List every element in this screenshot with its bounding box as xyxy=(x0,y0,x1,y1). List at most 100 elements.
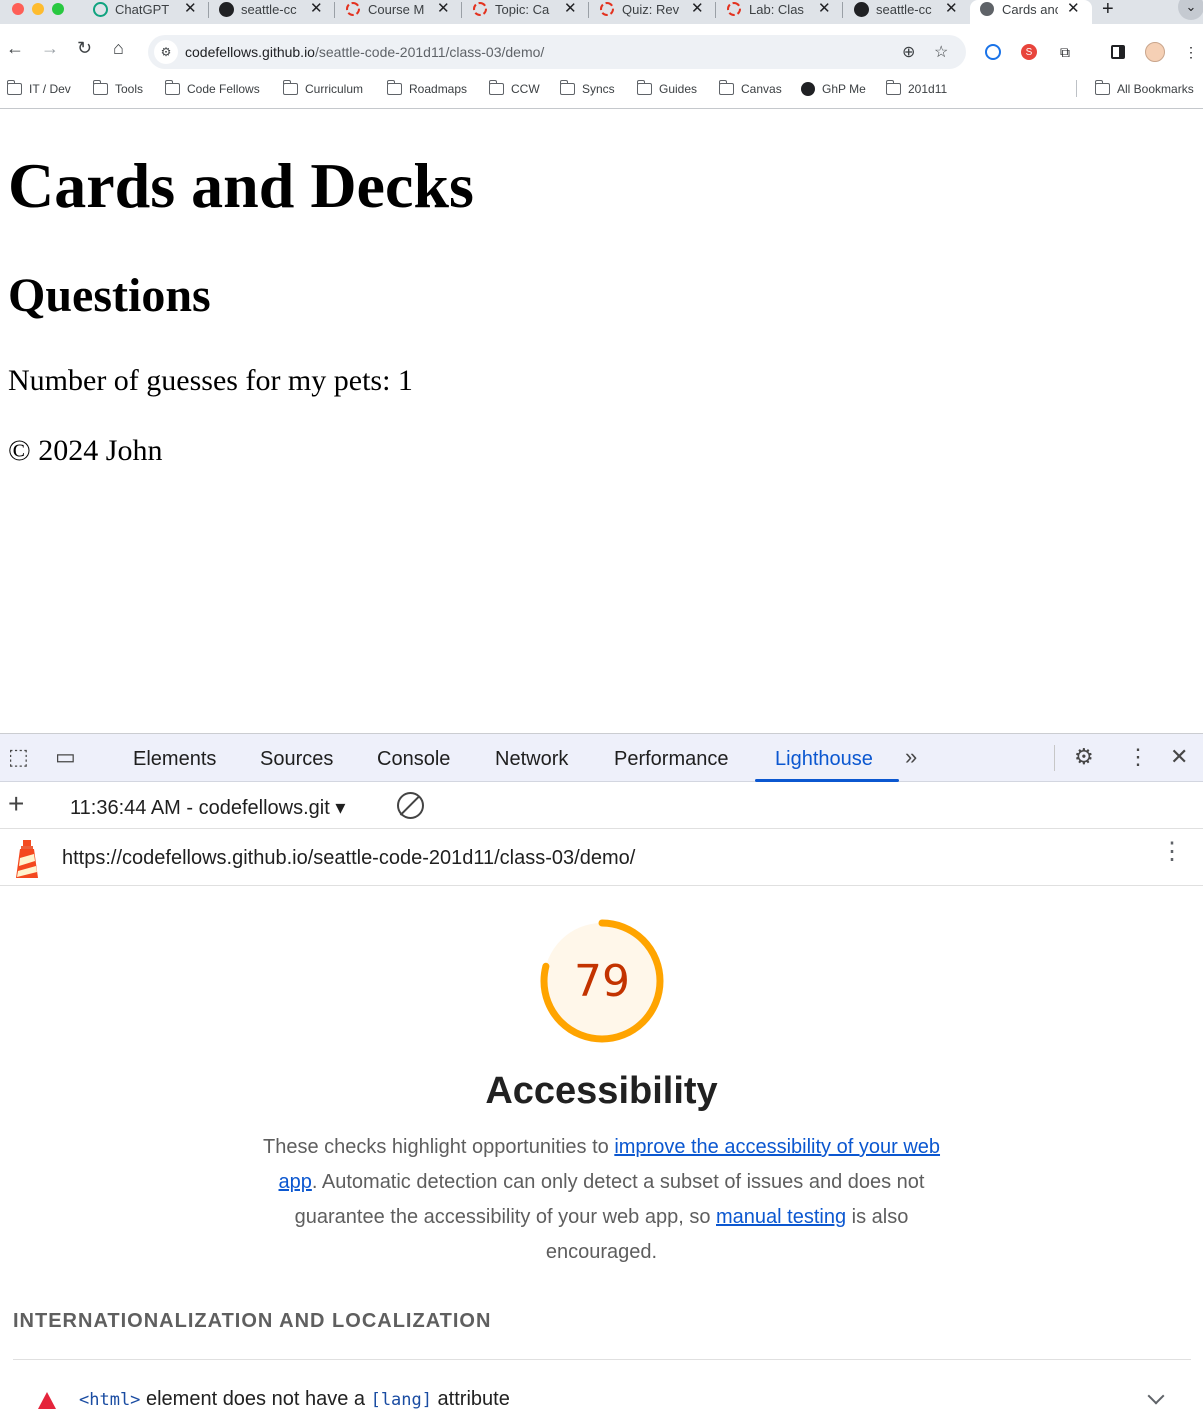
folder-icon xyxy=(92,80,108,95)
bookmark-folder[interactable]: Roadmaps xyxy=(386,80,467,96)
more-tabs-icon[interactable]: » xyxy=(905,744,917,770)
bookmark-folder[interactable]: IT / Dev xyxy=(6,80,71,96)
browser-tab[interactable]: ChatGPT ✕ xyxy=(92,0,204,18)
browser-tab-active[interactable]: Cards anc ✕ xyxy=(970,0,1092,24)
canvas-icon xyxy=(599,1,615,17)
back-icon[interactable]: ← xyxy=(6,38,24,59)
canvas-icon xyxy=(726,1,742,17)
minimize-window-button[interactable] xyxy=(32,3,44,15)
lighthouse-toolbar: + 11:36:44 AM - codefellows.git ▾ xyxy=(0,783,1203,829)
audit-item[interactable]: <html> element does not have a [lang] at… xyxy=(0,1384,1203,1420)
site-info-icon[interactable]: ⚙ xyxy=(154,40,178,64)
folder-icon xyxy=(488,80,504,95)
close-tab-icon[interactable]: ✕ xyxy=(184,0,197,17)
folder-icon xyxy=(1094,80,1110,95)
audited-url[interactable]: https://codefellows.github.io/seattle-co… xyxy=(62,847,635,870)
github-icon xyxy=(218,1,234,17)
new-report-icon[interactable]: + xyxy=(8,788,24,820)
close-tab-icon[interactable]: ✕ xyxy=(564,0,577,17)
close-tab-icon[interactable]: ✕ xyxy=(310,0,323,17)
bookmark-folder[interactable]: CCW xyxy=(488,80,540,96)
reload-icon[interactable]: ↻ xyxy=(77,38,92,59)
zoom-icon[interactable]: ⊕ xyxy=(902,42,915,62)
folder-icon xyxy=(885,80,901,95)
folder-icon xyxy=(164,80,180,95)
folder-icon xyxy=(718,80,734,95)
github-icon xyxy=(853,1,869,17)
bookmark-folder[interactable]: Tools xyxy=(92,80,143,96)
bookmark-link[interactable]: GhP Me xyxy=(801,82,866,96)
folder-icon xyxy=(282,80,298,95)
tab-elements[interactable]: Elements xyxy=(133,748,216,771)
chrome-menu-icon[interactable]: ⋮ xyxy=(1181,42,1201,62)
questions-heading: Questions xyxy=(8,269,211,322)
bookmark-star-icon[interactable]: ☆ xyxy=(934,42,948,62)
address-bar[interactable]: ⚙ codefellows.github.io/seattle-code-201… xyxy=(148,35,966,69)
close-tab-icon[interactable]: ✕ xyxy=(945,0,958,17)
browser-toolbar: ← → ↻ ⌂ ⚙ codefellows.github.io/seattle-… xyxy=(0,24,1203,76)
fail-triangle-icon xyxy=(38,1392,56,1409)
footer-text: © 2024 John xyxy=(8,434,163,467)
close-window-button[interactable] xyxy=(12,3,24,15)
bookmark-folder[interactable]: Curriculum xyxy=(282,80,363,96)
tab-lighthouse[interactable]: Lighthouse xyxy=(775,748,873,771)
browser-tab[interactable]: Quiz: Rev ✕ xyxy=(599,0,711,18)
all-bookmarks-button[interactable]: All Bookmarks xyxy=(1094,80,1194,96)
bookmark-folder[interactable]: 201d11 xyxy=(885,80,947,96)
browser-tab[interactable]: Course M ✕ xyxy=(345,0,457,18)
lighthouse-logo-icon xyxy=(16,840,38,878)
chatgpt-icon xyxy=(92,1,108,17)
category-title: Accessibility xyxy=(485,1070,718,1112)
folder-icon xyxy=(386,80,402,95)
new-tab-button[interactable]: + xyxy=(1102,0,1114,21)
page-heading: Cards and Decks xyxy=(8,150,474,221)
side-panel-icon[interactable] xyxy=(1108,42,1128,62)
expand-chevron-icon[interactable] xyxy=(1147,1387,1165,1405)
close-tab-icon[interactable]: ✕ xyxy=(691,0,704,17)
manual-testing-link[interactable]: manual testing xyxy=(716,1206,846,1228)
settings-gear-icon[interactable]: ⚙ xyxy=(1074,744,1094,770)
clear-reports-icon[interactable] xyxy=(397,792,424,819)
globe-icon xyxy=(979,1,995,17)
close-tab-icon[interactable]: ✕ xyxy=(1067,0,1080,17)
lighthouse-url-bar: https://codefellows.github.io/seattle-co… xyxy=(0,830,1203,886)
report-selector[interactable]: 11:36:44 AM - codefellows.git ▾ xyxy=(70,795,345,820)
tab-console[interactable]: Console xyxy=(377,748,450,771)
bookmark-folder[interactable]: Guides xyxy=(636,80,697,96)
password-manager-icon[interactable] xyxy=(983,42,1003,62)
forward-icon[interactable]: → xyxy=(41,38,59,59)
category-description: These checks highlight opportunities to … xyxy=(262,1136,941,1263)
tab-performance[interactable]: Performance xyxy=(614,748,729,771)
bookmark-folder[interactable]: Syncs xyxy=(559,80,615,96)
profile-avatar[interactable] xyxy=(1145,42,1165,62)
close-tab-icon[interactable]: ✕ xyxy=(437,0,450,17)
bookmark-folder[interactable]: Code Fellows xyxy=(164,80,260,96)
audit-group-title: INTERNATIONALIZATION AND LOCALIZATION xyxy=(13,1310,492,1332)
device-toolbar-icon[interactable]: ▭ xyxy=(55,744,76,770)
tab-search-icon[interactable]: ⌄ xyxy=(1178,0,1203,20)
active-tab-indicator xyxy=(755,779,899,782)
folder-icon xyxy=(559,80,575,95)
browser-tab[interactable]: Topic: Ca ✕ xyxy=(472,0,584,18)
inspect-element-icon[interactable]: ⬚ xyxy=(8,744,29,770)
extension-s-icon[interactable]: S xyxy=(1019,42,1039,62)
report-menu-icon[interactable]: ⋮ xyxy=(1160,840,1184,864)
canvas-icon xyxy=(345,1,361,17)
browser-tab[interactable]: seattle-cc ✕ xyxy=(853,0,965,18)
close-devtools-icon[interactable]: ✕ xyxy=(1170,744,1188,770)
tab-network[interactable]: Network xyxy=(495,748,568,771)
bookmarks-bar: IT / Dev Tools Code Fellows Curriculum R… xyxy=(0,76,1203,109)
url-text[interactable]: codefellows.github.io/seattle-code-201d1… xyxy=(185,44,544,60)
browser-tab[interactable]: Lab: Clas ✕ xyxy=(726,0,838,18)
bookmark-folder[interactable]: Canvas xyxy=(718,80,782,96)
home-icon[interactable]: ⌂ xyxy=(113,38,124,59)
tab-sources[interactable]: Sources xyxy=(260,748,333,771)
devtools-panel: ⬚ ▭ Elements Sources Console Network Per… xyxy=(0,733,1203,1425)
extensions-puzzle-icon[interactable]: ⧉ xyxy=(1055,42,1075,62)
audit-title: <html> element does not have a [lang] at… xyxy=(79,1388,510,1410)
devtools-menu-icon[interactable]: ⋮ xyxy=(1127,744,1149,770)
score-value: 79 xyxy=(574,956,630,1007)
maximize-window-button[interactable] xyxy=(52,3,64,15)
close-tab-icon[interactable]: ✕ xyxy=(818,0,831,17)
browser-tab[interactable]: seattle-cc ✕ xyxy=(218,0,330,18)
